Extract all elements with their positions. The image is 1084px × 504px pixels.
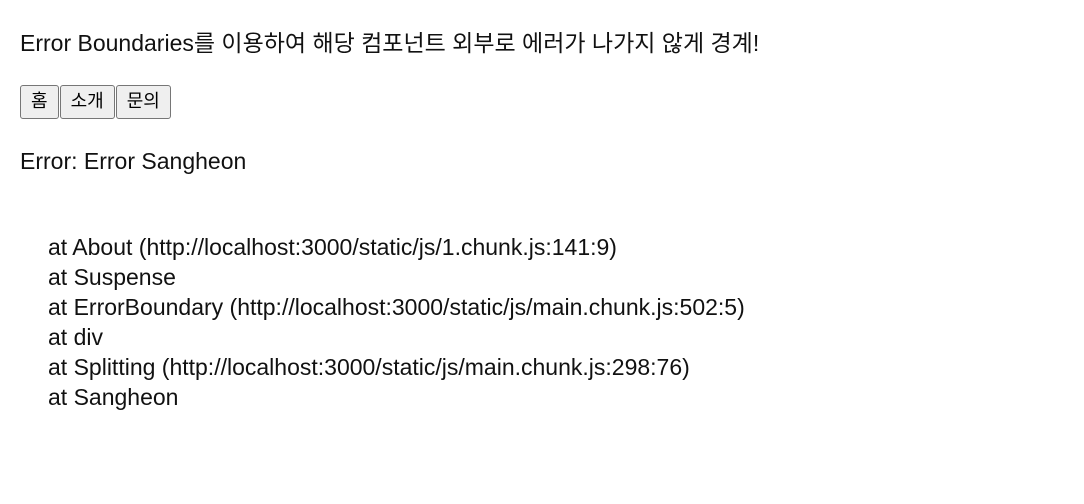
stack-line: at Splitting (http://localhost:3000/stat… <box>48 354 690 380</box>
page-content: Error Boundaries를 이용하여 해당 컴포넌트 외부로 에러가 나… <box>20 0 1084 504</box>
stack-line: at About (http://localhost:3000/static/j… <box>48 234 617 260</box>
error-stack-trace: at About (http://localhost:3000/static/j… <box>48 232 745 412</box>
stack-line: at ErrorBoundary (http://localhost:3000/… <box>48 294 745 320</box>
nav-bar: 홈 소개 문의 <box>20 85 171 119</box>
stack-line: at div <box>48 324 103 350</box>
contact-button[interactable]: 문의 <box>115 85 171 119</box>
error-message: Error: Error Sangheon <box>20 148 247 174</box>
home-button[interactable]: 홈 <box>20 85 59 119</box>
stack-line: at Sangheon <box>48 384 179 410</box>
page-headline: Error Boundaries를 이용하여 해당 컴포넌트 외부로 에러가 나… <box>20 30 760 56</box>
about-button[interactable]: 소개 <box>59 85 115 119</box>
stack-line: at Suspense <box>48 264 176 290</box>
